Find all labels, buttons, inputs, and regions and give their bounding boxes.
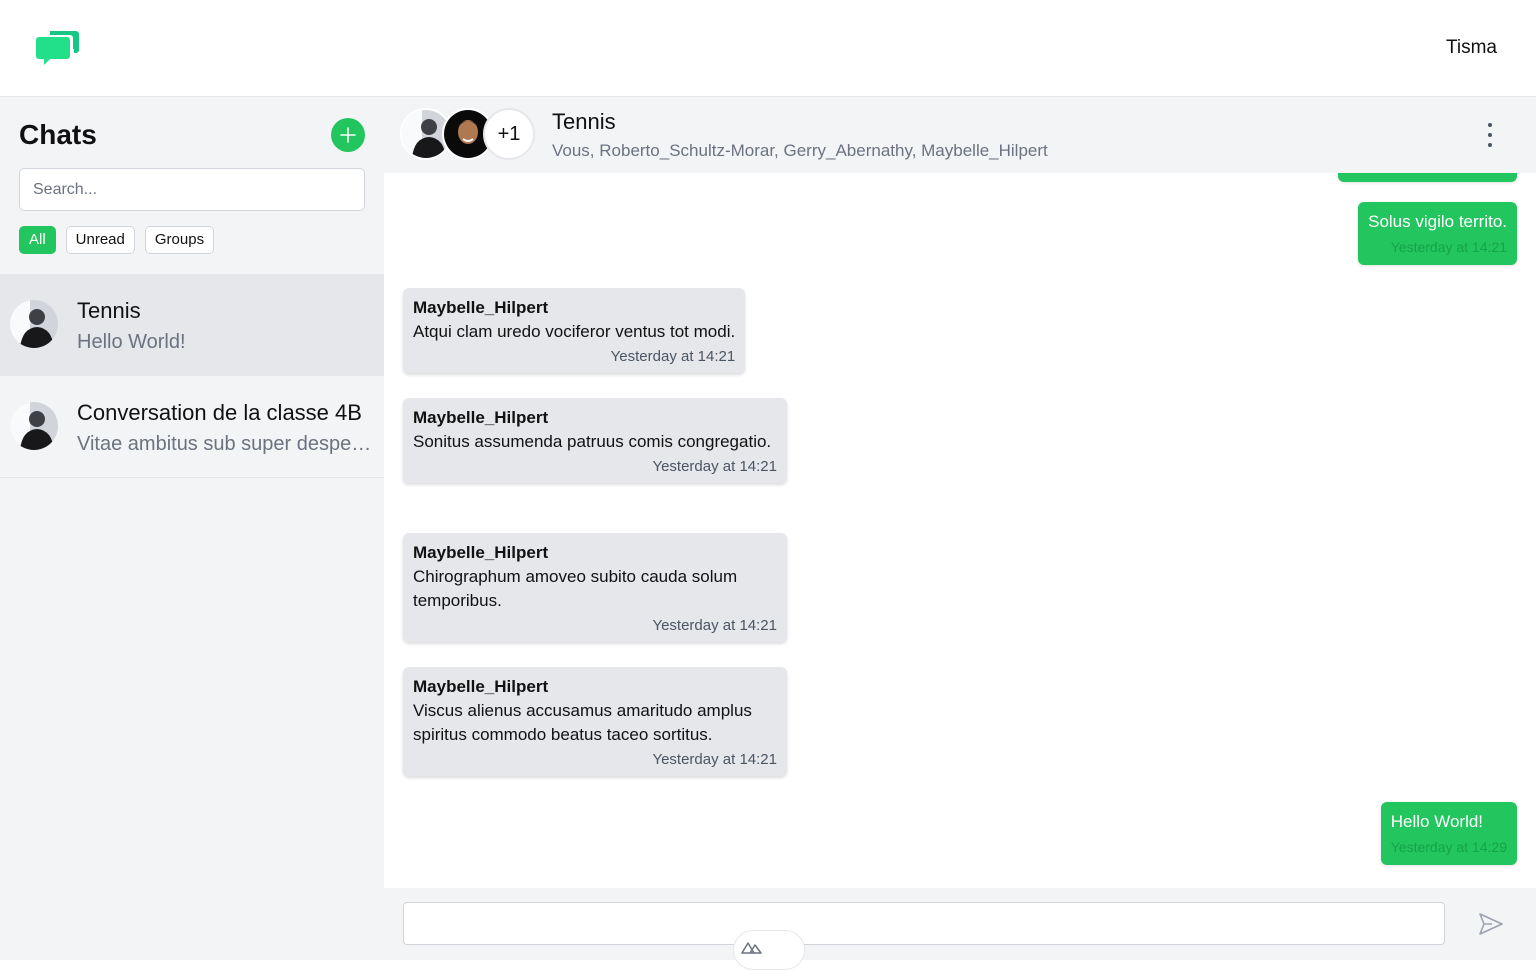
plus-icon [340,127,356,143]
chat-sidebar: Chats All Unread Groups Tennis Hello Wor… [0,97,384,960]
conversation-item-classe-4b[interactable]: Conversation de la classe 4B Vitae ambit… [0,376,384,478]
kebab-menu-icon[interactable] [1480,123,1500,147]
message-bubble-incoming: Maybelle_Hilpert Viscus alienus accusamu… [403,667,787,776]
avatar [10,402,58,450]
message-sender: Maybelle_Hilpert [413,677,549,696]
message-bubble-incoming: Maybelle_Hilpert Chirographum amoveo sub… [403,533,787,642]
conversation-preview: Hello World! [77,331,186,353]
message-composer [384,888,1536,970]
search-input[interactable] [19,168,365,211]
message-sender: Maybelle_Hilpert [413,408,549,427]
message-list[interactable]: Solus vigilo territo. Yesterday at 14:21… [384,173,1536,888]
conversation-item-tennis[interactable]: Tennis Hello World! [0,274,384,376]
message-sender: Maybelle_Hilpert [413,543,549,562]
more-members-badge[interactable]: +1 [483,108,535,160]
message-bubble-outgoing: Hello World! Yesterday at 14:29 [1380,802,1517,865]
message-time: Yesterday at 14:21 [1390,239,1507,255]
message-bubble-partial [1338,173,1517,182]
chat-title: Tennis [552,109,616,134]
nuxt-logo-icon [741,942,762,954]
avatar [10,300,58,348]
send-icon[interactable] [1477,910,1505,938]
conversation-name: Conversation de la classe 4B [77,400,362,425]
message-text: Atqui clam uredo vociferor ventus tot mo… [413,322,736,341]
message-time: Yesterday at 14:21 [652,617,777,634]
conversation-list: Tennis Hello World! Conversation de la c… [0,274,384,478]
message-sender: Maybelle_Hilpert [413,298,549,317]
message-bubble-outgoing: Solus vigilo territo. Yesterday at 14:21 [1358,202,1517,265]
message-text: Viscus alienus accusamus amaritudo amplu… [413,701,752,744]
conversation-name: Tennis [77,298,141,323]
message-text: Sonitus assumenda patruus comis congrega… [413,432,772,451]
chat-bubbles-icon[interactable] [36,28,80,68]
message-input[interactable] [403,902,1445,945]
message-time: Yesterday at 14:29 [1390,839,1507,855]
message-text: Hello World! [1390,812,1484,831]
filter-chips: All Unread Groups [19,226,215,254]
devtools-badge[interactable] [733,930,805,970]
message-text: Chirographum amoveo subito cauda solum t… [413,567,738,610]
message-text: Solus vigilo territo. [1368,212,1507,231]
chat-members: Vous, Roberto_Schultz-Morar, Gerry_Abern… [552,141,1048,160]
message-bubble-incoming: Maybelle_Hilpert Sonitus assumenda patru… [403,398,787,483]
filter-unread[interactable]: Unread [65,226,135,254]
current-user-name[interactable]: Tisma [1446,37,1497,59]
message-time: Yesterday at 14:21 [652,751,777,768]
top-bar: Tisma [0,0,1536,97]
message-bubble-incoming: Maybelle_Hilpert Atqui clam uredo vocife… [403,288,746,373]
filter-groups[interactable]: Groups [144,226,215,254]
sidebar-title: Chats [19,119,97,150]
new-chat-button[interactable] [331,118,365,152]
conversation-preview: Vitae ambitus sub super despectus. [77,433,374,455]
message-time: Yesterday at 14:21 [610,348,736,365]
message-time: Yesterday at 14:21 [652,458,777,475]
chat-header: +1 Tennis Vous, Roberto_Schultz-Morar, G… [384,97,1536,173]
filter-all[interactable]: All [19,226,56,254]
